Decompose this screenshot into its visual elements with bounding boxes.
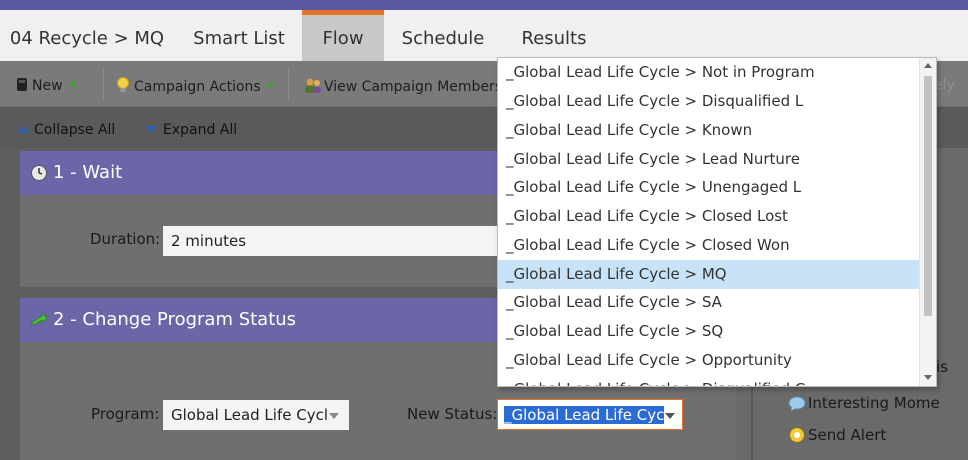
tab-schedule[interactable]: Schedule [384,10,502,61]
dropdown-scrollbar[interactable] [919,58,936,386]
dropdown-option[interactable]: _Global Lead Life Cycle > Known [498,116,921,145]
collapse-all-label: Collapse All [34,122,116,138]
top-accent-bar [0,0,968,10]
chevron-down-icon [266,83,275,89]
chat-bubble-icon [788,396,806,411]
dropdown-option[interactable]: _Global Lead Life Cycle > Disqualified L [498,87,921,116]
expand-icon [146,126,158,133]
new-status-select-value: _Global Lead Life Cyc [504,406,665,424]
new-icon [17,78,27,91]
scroll-down-icon[interactable] [924,375,932,380]
tab-smart-list[interactable]: Smart List [174,10,304,61]
step-title: 1 - Wait [53,162,123,183]
expand-all-button[interactable]: Expand All [146,122,237,138]
duration-label: Duration: [90,230,161,248]
dropdown-option[interactable]: _Global Lead Life Cycle > Disqualified C [498,375,921,386]
expand-all-label: Expand All [163,122,238,138]
flow-action-interesting-moment[interactable]: Interesting Mome [788,394,940,412]
new-button-label: New [32,78,63,94]
view-campaign-members-label: View Campaign Members [324,79,503,95]
tab-program-name[interactable]: 04 Recycle > MQ [0,10,174,61]
dropdown-option[interactable]: _Global Lead Life Cycle > Opportunity [498,346,921,375]
chevron-down-icon [329,413,339,419]
campaign-actions-label: Campaign Actions [134,79,261,95]
new-status-select[interactable]: _Global Lead Life Cyc [497,399,683,430]
tab-flow[interactable]: Flow [302,10,384,61]
alert-icon [789,427,805,443]
collapse-icon [17,126,29,133]
clock-icon [31,165,47,181]
status-dropdown-list[interactable]: _Global Lead Life Cycle > Not in Program… [497,57,937,387]
dropdown-option[interactable]: _Global Lead Life Cycle > Not in Program [498,58,921,87]
lightbulb-icon [117,77,129,92]
panel-partial-label: is [936,358,948,376]
dropdown-option[interactable]: _Global Lead Life Cycle > Unengaged L [498,173,921,202]
program-label: Program: [91,405,160,423]
collapse-all-button[interactable]: Collapse All [17,122,115,138]
step-title: 2 - Change Program Status [53,309,297,330]
flow-action-send-alert[interactable]: Send Alert [789,426,887,444]
new-button[interactable]: New [16,77,77,94]
people-icon [305,78,321,93]
dropdown-option[interactable]: _Global Lead Life Cycle > Lead Nurture [498,145,921,174]
toolbar-divider [103,67,104,101]
scrollbar-thumb[interactable] [924,76,932,316]
scroll-up-icon[interactable] [924,63,932,68]
dropdown-option[interactable]: _Global Lead Life Cycle > Closed Won [498,231,921,260]
dropdown-option[interactable]: _Global Lead Life Cycle > SQ [498,317,921,346]
toolbar-partial-label: ely [934,77,955,93]
view-campaign-members-button[interactable]: View Campaign Members [304,77,502,95]
toolbar-divider [288,67,289,101]
dropdown-option-selected[interactable]: _Global Lead Life Cycle > MQ [498,260,921,289]
chevron-down-icon [665,413,675,419]
dropdown-option[interactable]: _Global Lead Life Cycle > SA [498,288,921,317]
flow-action-label: Send Alert [808,426,887,444]
tab-results[interactable]: Results [502,10,606,61]
campaign-actions-button[interactable]: Campaign Actions [116,77,275,95]
chevron-down-icon [68,82,77,88]
duration-field[interactable]: 2 minutes [163,226,503,256]
program-select-value: Global Lead Life Cycl [171,406,328,424]
flow-action-label: Interesting Mome [808,394,940,412]
dropdown-option[interactable]: _Global Lead Life Cycle > Closed Lost [498,202,921,231]
status-arrow-icon [30,313,48,326]
new-status-label: New Status: [407,405,498,423]
program-select[interactable]: Global Lead Life Cycl [163,400,349,430]
